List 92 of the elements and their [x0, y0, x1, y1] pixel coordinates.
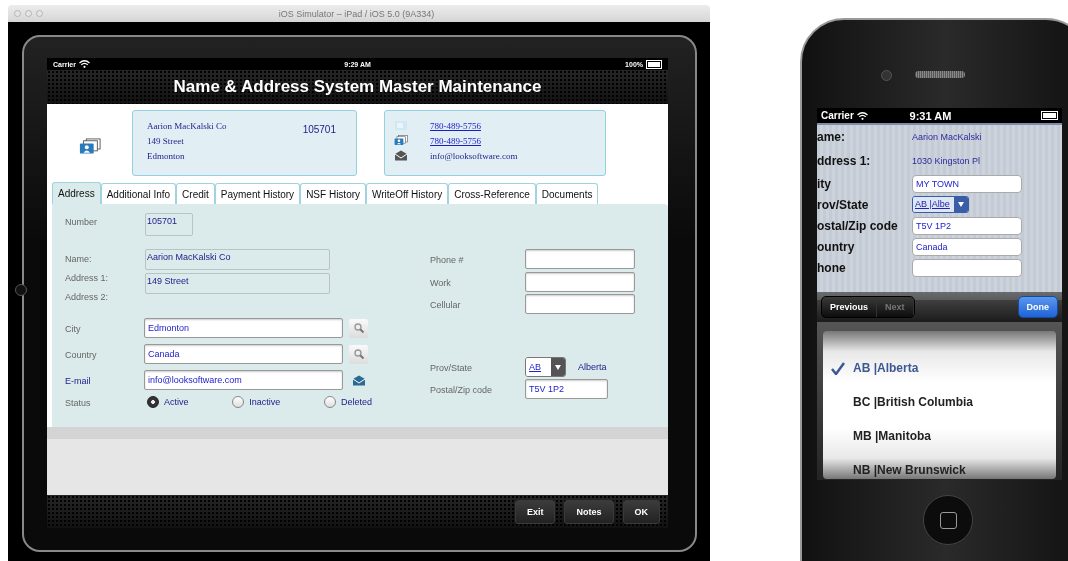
contact-cards-icon	[78, 137, 101, 155]
tab[interactable]: Documents	[535, 183, 599, 204]
field-label: ity	[817, 176, 832, 191]
checkmark-icon	[831, 361, 845, 375]
window-title: iOS Simulator – iPad / iOS 5.0 (9A334)	[278, 8, 435, 19]
radio-label: Active	[164, 397, 189, 407]
tab[interactable]: Additional Info	[100, 183, 177, 204]
tab[interactable]: WriteOff History	[366, 183, 449, 204]
battery-icon	[1041, 111, 1058, 120]
field-label: E-mail	[65, 375, 91, 386]
input-field[interactable]: MY TOWN	[912, 174, 1022, 193]
search-icon	[352, 322, 365, 334]
tab[interactable]: Payment History	[214, 183, 301, 204]
search-button[interactable]	[349, 318, 368, 338]
field-label: Address 1:	[65, 273, 110, 283]
input-field[interactable]	[525, 249, 635, 269]
field-label: ame:	[817, 130, 846, 144]
input-field[interactable]: Canada	[144, 344, 343, 364]
wifi-icon	[856, 111, 868, 120]
caret-icon	[555, 364, 561, 370]
input-field[interactable]: info@looksoftware.com	[144, 370, 343, 390]
wifi-icon	[78, 60, 90, 68]
field-label: Postal/Zip code	[430, 384, 493, 395]
province-name: Alberta	[578, 362, 607, 372]
toolbar-button[interactable]: Exit	[514, 499, 556, 524]
input-field[interactable]	[525, 272, 635, 292]
search-button[interactable]	[349, 344, 368, 364]
field-label: Number	[65, 217, 97, 227]
page-title: Name & Address System Master Maintenance	[173, 77, 542, 97]
radio-button[interactable]	[232, 396, 245, 408]
field-label: Status	[65, 397, 91, 408]
read-only-field: 149 Street	[145, 273, 330, 294]
field-label: Phone #	[430, 254, 464, 265]
phone-link[interactable]: 780-489-5756	[430, 120, 605, 131]
field-label: ountry	[817, 239, 856, 254]
customer-city: Edmonton	[147, 151, 186, 161]
radio-label: Inactive	[249, 397, 281, 407]
clock: 9:31 AM	[909, 109, 952, 122]
field-value: Aarion MacKalski	[912, 132, 982, 142]
input-field[interactable]: Edmonton	[144, 318, 343, 338]
read-only-field: 105701	[145, 213, 193, 236]
prov-state-select[interactable]: AB	[525, 357, 566, 377]
tab[interactable]: Cross-Reference	[448, 183, 536, 204]
camera-lens	[881, 70, 892, 81]
field-label: Cellular	[430, 299, 461, 310]
toolbar-button[interactable]: OK	[622, 499, 660, 524]
input-field[interactable]: T5V 1P2	[525, 379, 608, 399]
speaker-grille	[915, 71, 965, 78]
radio-button[interactable]	[147, 396, 159, 408]
input-field[interactable]	[912, 258, 1022, 277]
input-field[interactable]	[525, 294, 635, 314]
input-field[interactable]: T5V 1P2	[912, 216, 1022, 235]
field-label: hone	[817, 260, 847, 275]
picker-item[interactable]: MB |Manitoba	[823, 427, 1056, 445]
picker-item[interactable]: NB |New Brunswick	[823, 461, 1056, 479]
input-field[interactable]: Canada	[912, 237, 1022, 256]
envelope-icon	[351, 374, 366, 386]
customer-number: 105701	[302, 124, 336, 137]
field-label: Address 2:	[65, 292, 110, 302]
field-value: 1030 Kingston Pl	[912, 156, 981, 166]
field-label: Work	[430, 277, 451, 288]
home-button[interactable]	[15, 284, 27, 296]
battery-icon	[646, 59, 662, 69]
tab[interactable]: Credit	[176, 183, 215, 204]
picker-item[interactable]: BC |British Columbia	[823, 393, 1056, 411]
prov-state-select[interactable]: AB |Albe	[912, 196, 969, 213]
read-only-field: Aarion MacKalski Co	[145, 249, 330, 270]
home-button[interactable]	[923, 495, 973, 545]
field-label: rov/State	[817, 197, 870, 212]
radio-label: Deleted	[340, 397, 372, 407]
customer-street: 149 Street	[147, 136, 185, 146]
field-label: Country	[65, 349, 97, 360]
contact-cards-icon	[394, 135, 408, 146]
toolbar-button[interactable]: Notes	[564, 499, 614, 524]
radio-button[interactable]	[323, 396, 336, 408]
field-label: Name:	[65, 254, 93, 264]
tab[interactable]: NSF History	[300, 183, 367, 204]
email-text: info@looksoftware.com	[430, 150, 519, 161]
search-icon	[352, 348, 365, 360]
field-label: City	[65, 323, 81, 334]
field-label: ddress 1:	[817, 154, 872, 168]
carrier-label: Carrier	[821, 110, 854, 121]
done-button[interactable]: Done	[1017, 296, 1058, 318]
customer-name: Aarion MacKalski Co	[147, 121, 227, 131]
nav-button[interactable]: Previous	[822, 297, 878, 317]
field-label: ostal/Zip code	[817, 218, 899, 233]
picker-item[interactable]: AB |Alberta	[823, 359, 1056, 377]
tab[interactable]: Address	[52, 182, 101, 204]
caret-icon	[958, 202, 964, 207]
field-label: Prov/State	[430, 362, 473, 373]
phone-link[interactable]: 780-489-5756	[430, 135, 605, 146]
envelope-icon	[394, 150, 408, 161]
